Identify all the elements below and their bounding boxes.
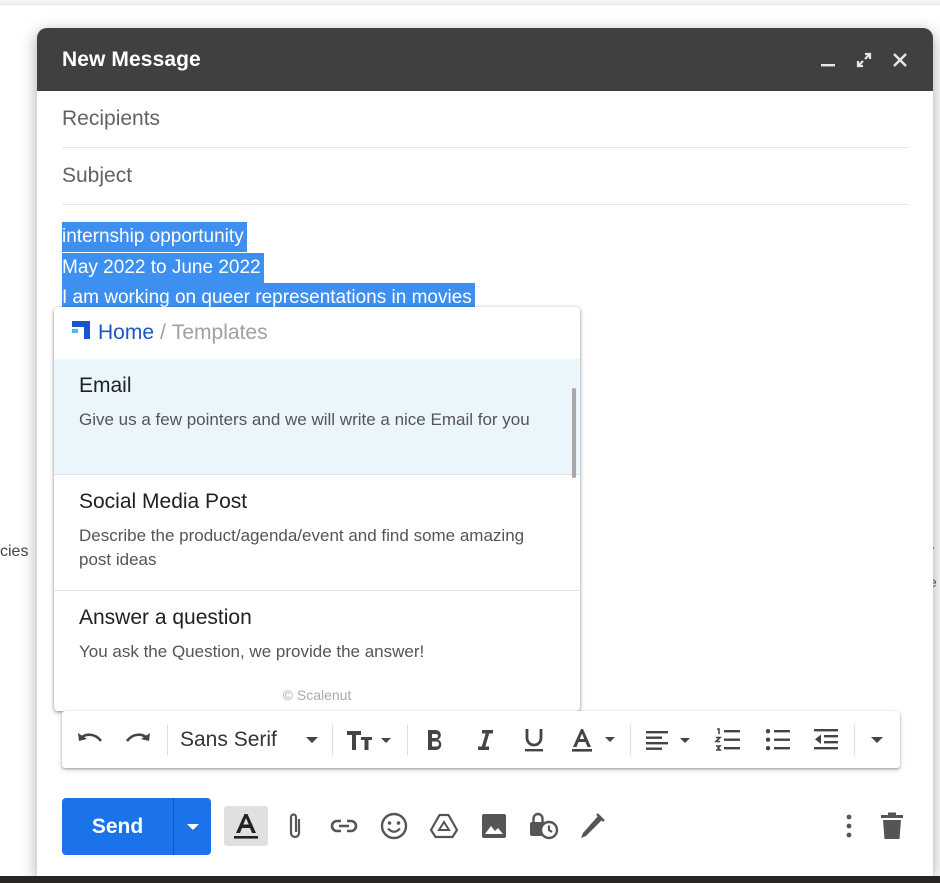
redo-icon[interactable] (124, 725, 152, 755)
body-line-2: May 2022 to June 2022 (62, 252, 264, 283)
toolbar-divider (407, 725, 408, 755)
compose-window: New Message Recipients Subject internshi… (37, 28, 933, 876)
text-size-icon[interactable] (345, 725, 393, 755)
bottom-dark-strip (0, 876, 940, 883)
toolbar-divider (167, 725, 168, 755)
breadcrumb-home-link[interactable]: Home (98, 321, 154, 345)
send-button[interactable]: Send (62, 798, 173, 855)
template-title: Email (79, 374, 132, 397)
close-icon[interactable] (891, 51, 909, 69)
template-description: Give us a few pointers and we will write… (79, 410, 530, 429)
italic-icon[interactable] (474, 725, 496, 755)
text-color-icon[interactable] (570, 725, 618, 755)
confidential-mode-icon[interactable] (525, 806, 561, 846)
background-top-bar (0, 0, 940, 5)
attach-file-icon[interactable] (282, 806, 308, 846)
breadcrumb-separator: / (160, 321, 166, 344)
background-text-left: cies (0, 543, 29, 560)
powered-by-label: © Scalenut (282, 687, 352, 703)
bold-icon[interactable] (424, 725, 446, 755)
template-title: Social Media Post (79, 490, 248, 513)
undo-icon[interactable] (76, 725, 104, 755)
toolbar-divider (854, 725, 855, 755)
google-drive-icon[interactable] (427, 806, 461, 846)
fullscreen-icon[interactable] (855, 51, 873, 69)
more-formatting-icon[interactable] (869, 725, 885, 755)
minimize-icon[interactable] (819, 51, 837, 69)
insert-photo-icon[interactable] (477, 806, 511, 846)
recipients-field[interactable]: Recipients (62, 91, 908, 148)
more-options-icon[interactable] (837, 806, 861, 846)
scalenut-logo-icon (72, 321, 90, 345)
send-options-button[interactable] (173, 798, 211, 855)
breadcrumb: Home / Templates (54, 307, 580, 359)
font-family-label: Sans Serif (180, 728, 277, 751)
formatting-toolbar: Sans Serif (62, 711, 900, 768)
template-item-email[interactable]: Email Give us a few pointers and we will… (54, 359, 580, 475)
signature-icon[interactable] (575, 806, 609, 846)
templates-popup: Home / Templates Email Give us a few poi… (54, 307, 580, 711)
compose-title: New Message (62, 47, 201, 71)
underline-icon[interactable] (522, 725, 546, 755)
compose-titlebar[interactable]: New Message (37, 28, 933, 91)
bulleted-list-icon[interactable] (764, 725, 792, 755)
discard-draft-icon[interactable] (877, 806, 907, 846)
template-description: Describe the product/agenda/event and fi… (79, 526, 525, 569)
align-icon[interactable] (644, 725, 694, 755)
toolbar-divider (332, 725, 333, 755)
formatting-options-icon[interactable] (224, 806, 268, 846)
insert-link-icon[interactable] (327, 806, 361, 846)
chevron-down-icon[interactable] (305, 725, 319, 755)
popup-scrollbar[interactable] (572, 388, 576, 478)
template-title: Answer a question (79, 606, 252, 629)
send-button-group: Send (62, 798, 211, 855)
font-family-select[interactable]: Sans Serif (180, 725, 277, 755)
breadcrumb-current: Templates (171, 321, 268, 344)
toolbar-divider (630, 725, 631, 755)
template-item-social-media-post[interactable]: Social Media Post Describe the product/a… (54, 475, 580, 591)
emoji-icon[interactable] (377, 806, 411, 846)
window-controls (819, 51, 909, 69)
template-description: You ask the Question, we provide the ans… (79, 642, 425, 661)
subject-field[interactable]: Subject (62, 148, 908, 205)
body-line-1: internship opportunity (62, 222, 247, 252)
message-body[interactable]: internship opportunity May 2022 to June … (62, 222, 475, 314)
chevron-down-icon (186, 823, 199, 830)
numbered-list-icon[interactable] (714, 725, 742, 755)
indent-less-icon[interactable] (812, 725, 840, 755)
